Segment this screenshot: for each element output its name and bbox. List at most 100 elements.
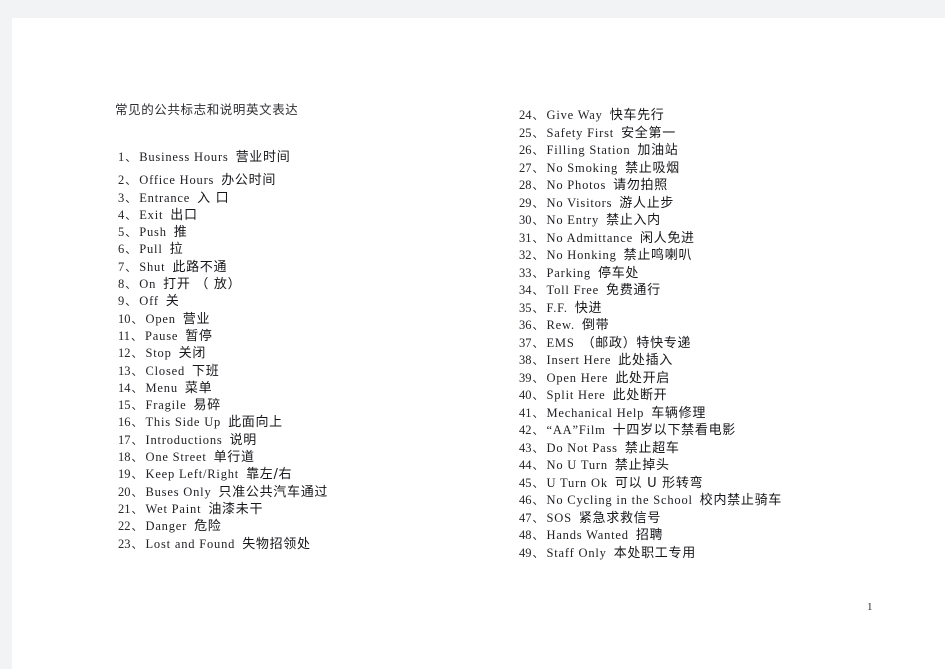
list-item-number: 10 [118,311,131,326]
list-item-chinese-term: 十四岁以下禁看电影 [612,423,736,438]
list-item-number: 36 [519,318,532,332]
list-item-separator: 、 [532,406,544,420]
list-item-number: 22 [118,519,131,534]
list-item-chinese-term: 营业 [182,311,211,327]
list-item: 49、 Staff Only 本处职工专用 [519,542,919,561]
list-item-separator: 、 [532,144,544,157]
list-item-chinese-term: 入 口 [197,190,230,206]
list-item-chinese-term: 本处职工专用 [613,545,696,561]
list-item: 13、 Closed 下班 [118,360,478,379]
list-item: 25、 Safety First 安全第一 [519,122,919,141]
list-item: 18、 One Street 单行道 [118,446,478,465]
list-item-separator: 、 [532,249,544,262]
list-item-separator: 、 [532,301,544,315]
list-item-number: 12 [118,346,131,361]
list-item-separator: 、 [125,295,137,309]
list-item: 45、 U Turn Ok 可以 U 形转弯 [519,472,919,491]
list-item-separator: 、 [131,485,143,499]
list-item-english-term: Split Here [546,388,606,402]
list-item-separator: 、 [131,364,143,378]
list-item-chinese-term: 校内禁止骑车 [699,493,782,508]
page-title: 常见的公共标志和说明英文表达 [115,102,299,117]
list-item-chinese-term: 打开 （ 放） [163,277,242,293]
page-number: 1 [867,601,873,613]
list-item-english-term: No Entry [546,213,600,227]
list-item-number: 38 [519,353,532,367]
list-item-english-term: F.F. [546,300,568,315]
list-item-separator: 、 [532,109,544,122]
list-item: 23、 Lost and Found 失物招领处 [118,533,478,552]
list-item-separator: 、 [532,424,544,437]
list-item-english-term: Open [145,311,176,326]
list-item-chinese-term: 营业时间 [235,150,291,165]
list-item: 27、 No Smoking 禁止吸烟 [519,157,919,176]
list-item-number: 13 [118,363,131,378]
list-item: 36、 Rew. 倒带 [519,314,919,333]
list-item-chinese-term: 靠左/右 [246,467,293,483]
list-item-chinese-term: 说明 [229,432,257,448]
sign-list-right-column: 24、 Give Way 快车先行 25、 Safety First 安全第一 26、 Fil… [519,104,919,561]
list-item-number: 28 [519,178,532,192]
list-item-chinese-term: 暂停 [185,328,213,344]
list-item-number: 30 [519,213,532,227]
list-item: 47、 SOS 紧急求救信号 [519,507,919,526]
list-item-chinese-term: 此面向上 [228,415,283,431]
list-item-separator: 、 [532,196,544,210]
list-item-english-term: On [139,277,157,292]
list-item-chinese-term: 只准公共汽车通过 [218,484,329,500]
list-item-chinese-term: 快进 [574,300,603,316]
list-item-separator: 、 [532,529,544,542]
list-item-number: 46 [519,493,532,507]
list-item: 30、 No Entry 禁止入内 [519,209,919,228]
list-item: 17、 Introductions 说明 [118,429,478,448]
list-item-english-term: Lost and Found [145,536,236,551]
list-item-chinese-term: 可以 U 形转弯 [614,475,704,491]
list-item-english-term: Menu [145,380,178,395]
list-item-number: 35 [519,300,532,315]
list-item-number: 49 [519,545,532,560]
list-item-english-term: Exit [139,207,164,222]
list-item-english-term: SOS [546,510,572,525]
list-item: 29、 No Visitors 游人止步 [519,192,919,211]
list-item: 43、 Do Not Pass 禁止超车 [519,437,919,456]
list-item: 33、 Parking 停车处 [519,262,919,281]
list-item: 26、 Filling Station 加油站 [519,139,919,158]
list-item-english-term: U Turn Ok [546,475,608,490]
list-item-chinese-term: 加油站 [637,143,679,158]
list-item-chinese-term: 此路不通 [172,259,228,275]
list-item-chinese-term: 办公时间 [221,173,277,189]
list-item-separator: 、 [131,433,143,447]
list-item: 32、 No Honking 禁止鸣喇叭 [519,244,919,263]
list-item-english-term: Stop [145,346,172,361]
list-item-chinese-term: 油漆未干 [208,501,264,517]
list-item-chinese-term: 禁止掉头 [614,458,670,473]
list-item: 31、 No Admittance 闲人免进 [519,227,919,246]
list-item: 46、 No Cycling in the School 校内禁止骑车 [519,489,919,508]
list-item-separator: 、 [131,312,143,326]
list-item-number: 32 [519,248,532,262]
list-item-number: 31 [519,230,532,245]
list-item: 41、 Mechanical Help 车辆修理 [519,402,919,421]
list-item-number: 42 [519,423,532,437]
list-item-chinese-term: 招聘 [635,528,664,543]
list-item-number: 11 [118,328,131,343]
list-item-separator: 、 [131,520,143,534]
list-item-separator: 、 [532,179,544,192]
list-item-english-term: This Side Up [145,415,222,430]
list-item-chinese-term: 此处断开 [612,388,668,403]
list-item-separator: 、 [532,354,544,367]
list-item-number: 34 [519,283,532,297]
list-item-separator: 、 [532,546,544,560]
list-item: 38、 Insert Here 此处插入 [519,349,919,368]
list-item-english-term: “AA”Film [546,423,606,437]
list-item: 9、 Off 关 [118,290,478,309]
list-item: 2、 Office Hours 办公时间 [118,169,478,189]
list-item: 11、 Pause 暂停 [118,325,478,344]
list-item-number: 43 [519,440,532,455]
list-item-english-term: One Street [145,450,207,465]
list-item-chinese-term: （邮政）特快专递 [581,335,692,351]
list-item-english-term: No Photos [546,178,607,192]
list-item-chinese-term: 出口 [170,207,198,223]
list-item-chinese-term: 请勿拍照 [613,178,668,193]
list-item-chinese-term: 禁止超车 [624,440,680,456]
